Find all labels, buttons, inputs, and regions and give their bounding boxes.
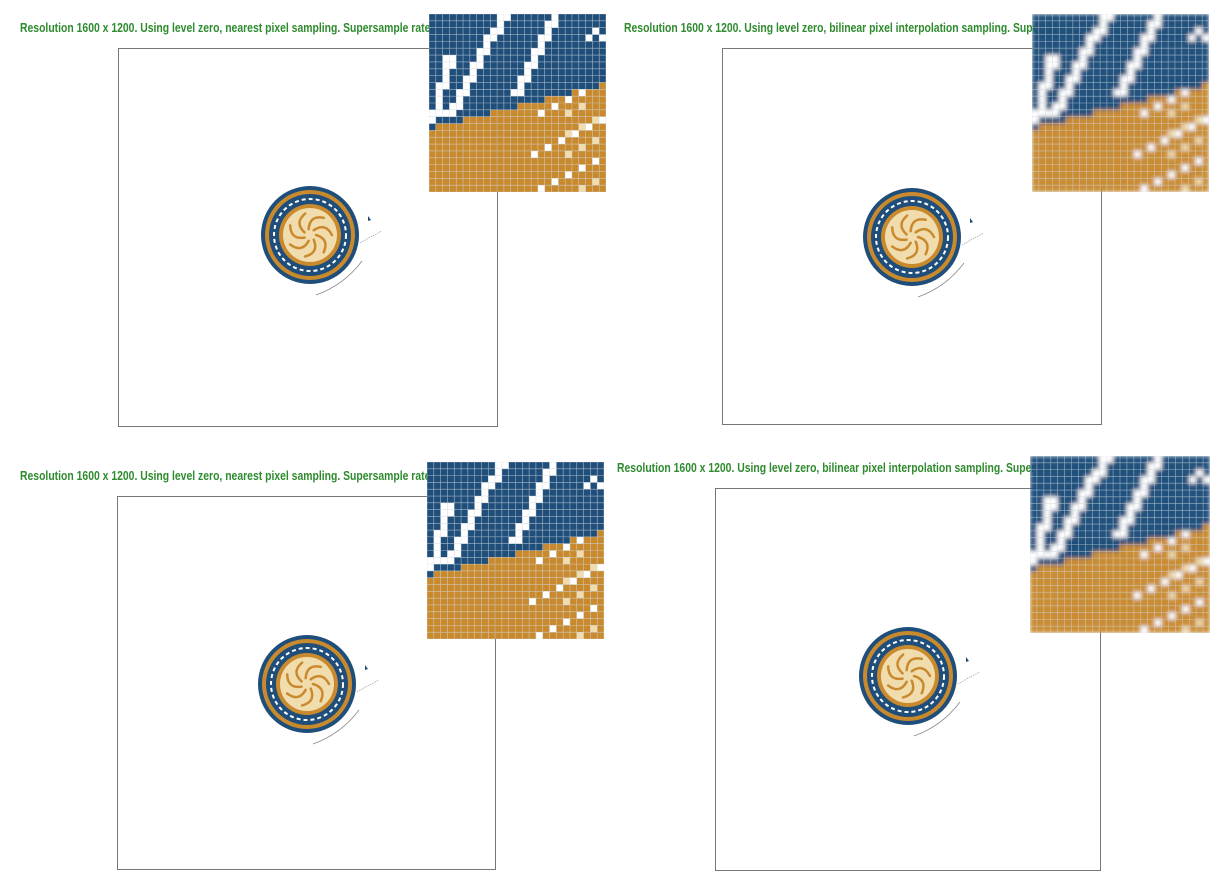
emblem-graphic [261,186,383,296]
zoom-inset-1 [429,14,606,192]
zoom-inset-3 [427,462,604,639]
pixel-grid-4 [1030,456,1210,633]
zoom-inset-4 [1030,456,1210,633]
caption-1: Resolution 1600 x 1200. Using level zero… [20,20,488,35]
pixel-grid-3 [427,462,604,639]
pixel-grid-1 [429,14,606,192]
zoom-inset-2 [1032,14,1209,192]
emblem-graphic [863,188,985,298]
caption-3: Resolution 1600 x 1200. Using level zero… [20,468,494,483]
pixel-grid-2 [1032,14,1209,192]
emblem-graphic [258,635,380,745]
emblem-graphic [859,627,981,737]
